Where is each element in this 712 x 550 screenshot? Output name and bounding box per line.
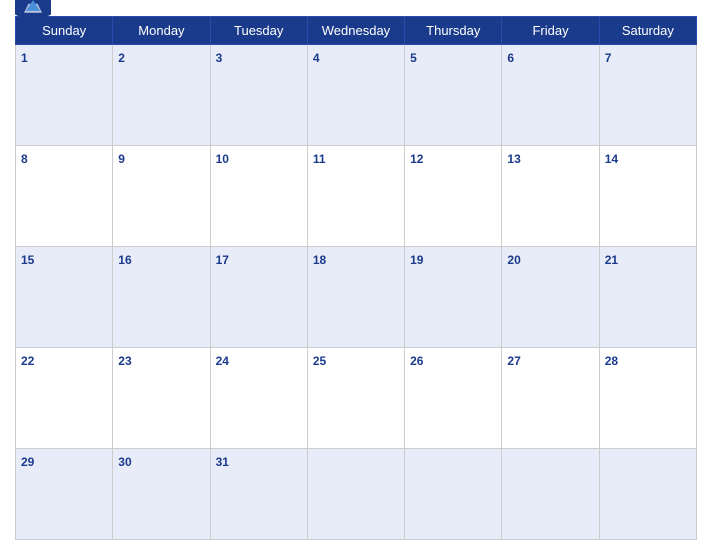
calendar-day xyxy=(502,448,599,539)
day-number: 6 xyxy=(507,51,514,65)
weekday-header-saturday: Saturday xyxy=(599,17,696,45)
day-number: 21 xyxy=(605,253,618,267)
calendar-day: 10 xyxy=(210,145,307,246)
weekday-header-row: SundayMondayTuesdayWednesdayThursdayFrid… xyxy=(16,17,697,45)
calendar-day: 13 xyxy=(502,145,599,246)
day-number: 14 xyxy=(605,152,618,166)
calendar-day xyxy=(599,448,696,539)
calendar-week-row: 29 30 31 xyxy=(16,448,697,539)
day-number: 5 xyxy=(410,51,417,65)
day-number: 12 xyxy=(410,152,423,166)
calendar-day: 20 xyxy=(502,246,599,347)
calendar-day: 16 xyxy=(113,246,210,347)
calendar-day: 14 xyxy=(599,145,696,246)
weekday-header-wednesday: Wednesday xyxy=(307,17,404,45)
day-number: 27 xyxy=(507,354,520,368)
day-number: 28 xyxy=(605,354,618,368)
day-number: 15 xyxy=(21,253,34,267)
logo-icon xyxy=(15,0,51,24)
day-number: 20 xyxy=(507,253,520,267)
calendar-day: 29 xyxy=(16,448,113,539)
day-number: 25 xyxy=(313,354,326,368)
calendar-day: 31 xyxy=(210,448,307,539)
day-number: 18 xyxy=(313,253,326,267)
calendar-day: 5 xyxy=(405,45,502,146)
day-number: 30 xyxy=(118,455,131,469)
weekday-header-thursday: Thursday xyxy=(405,17,502,45)
day-number: 29 xyxy=(21,455,34,469)
calendar-day: 8 xyxy=(16,145,113,246)
calendar-day: 25 xyxy=(307,347,404,448)
day-number: 31 xyxy=(216,455,229,469)
calendar-day: 7 xyxy=(599,45,696,146)
weekday-header-monday: Monday xyxy=(113,17,210,45)
day-number: 17 xyxy=(216,253,229,267)
day-number: 7 xyxy=(605,51,612,65)
day-number: 11 xyxy=(313,152,326,166)
calendar-day: 2 xyxy=(113,45,210,146)
calendar-day: 23 xyxy=(113,347,210,448)
day-number: 22 xyxy=(21,354,34,368)
day-number: 24 xyxy=(216,354,229,368)
day-number: 4 xyxy=(313,51,320,65)
calendar-day: 15 xyxy=(16,246,113,347)
calendar-week-row: 22 23 24 25 26 27 28 xyxy=(16,347,697,448)
calendar-day: 24 xyxy=(210,347,307,448)
calendar-day: 30 xyxy=(113,448,210,539)
calendar-week-row: 1 2 3 4 5 6 7 xyxy=(16,45,697,146)
calendar-day: 9 xyxy=(113,145,210,246)
calendar-day: 1 xyxy=(16,45,113,146)
calendar-day: 3 xyxy=(210,45,307,146)
calendar-day xyxy=(405,448,502,539)
calendar-day: 6 xyxy=(502,45,599,146)
calendar-day: 26 xyxy=(405,347,502,448)
day-number: 1 xyxy=(21,51,28,65)
weekday-header-tuesday: Tuesday xyxy=(210,17,307,45)
calendar-day: 19 xyxy=(405,246,502,347)
calendar-day: 12 xyxy=(405,145,502,246)
day-number: 13 xyxy=(507,152,520,166)
calendar-day: 11 xyxy=(307,145,404,246)
calendar-day: 22 xyxy=(16,347,113,448)
calendar-day: 27 xyxy=(502,347,599,448)
day-number: 10 xyxy=(216,152,229,166)
day-number: 2 xyxy=(118,51,125,65)
calendar-week-row: 15 16 17 18 19 20 21 xyxy=(16,246,697,347)
calendar-table: SundayMondayTuesdayWednesdayThursdayFrid… xyxy=(15,16,697,540)
day-number: 9 xyxy=(118,152,125,166)
calendar-day xyxy=(307,448,404,539)
calendar-week-row: 8 9 10 11 12 13 14 xyxy=(16,145,697,246)
day-number: 19 xyxy=(410,253,423,267)
calendar-day: 28 xyxy=(599,347,696,448)
logo xyxy=(15,0,51,25)
calendar-day: 4 xyxy=(307,45,404,146)
calendar-day: 17 xyxy=(210,246,307,347)
day-number: 8 xyxy=(21,152,28,166)
calendar-day: 18 xyxy=(307,246,404,347)
day-number: 16 xyxy=(118,253,131,267)
day-number: 26 xyxy=(410,354,423,368)
calendar-day: 21 xyxy=(599,246,696,347)
day-number: 3 xyxy=(216,51,223,65)
day-number: 23 xyxy=(118,354,131,368)
weekday-header-friday: Friday xyxy=(502,17,599,45)
